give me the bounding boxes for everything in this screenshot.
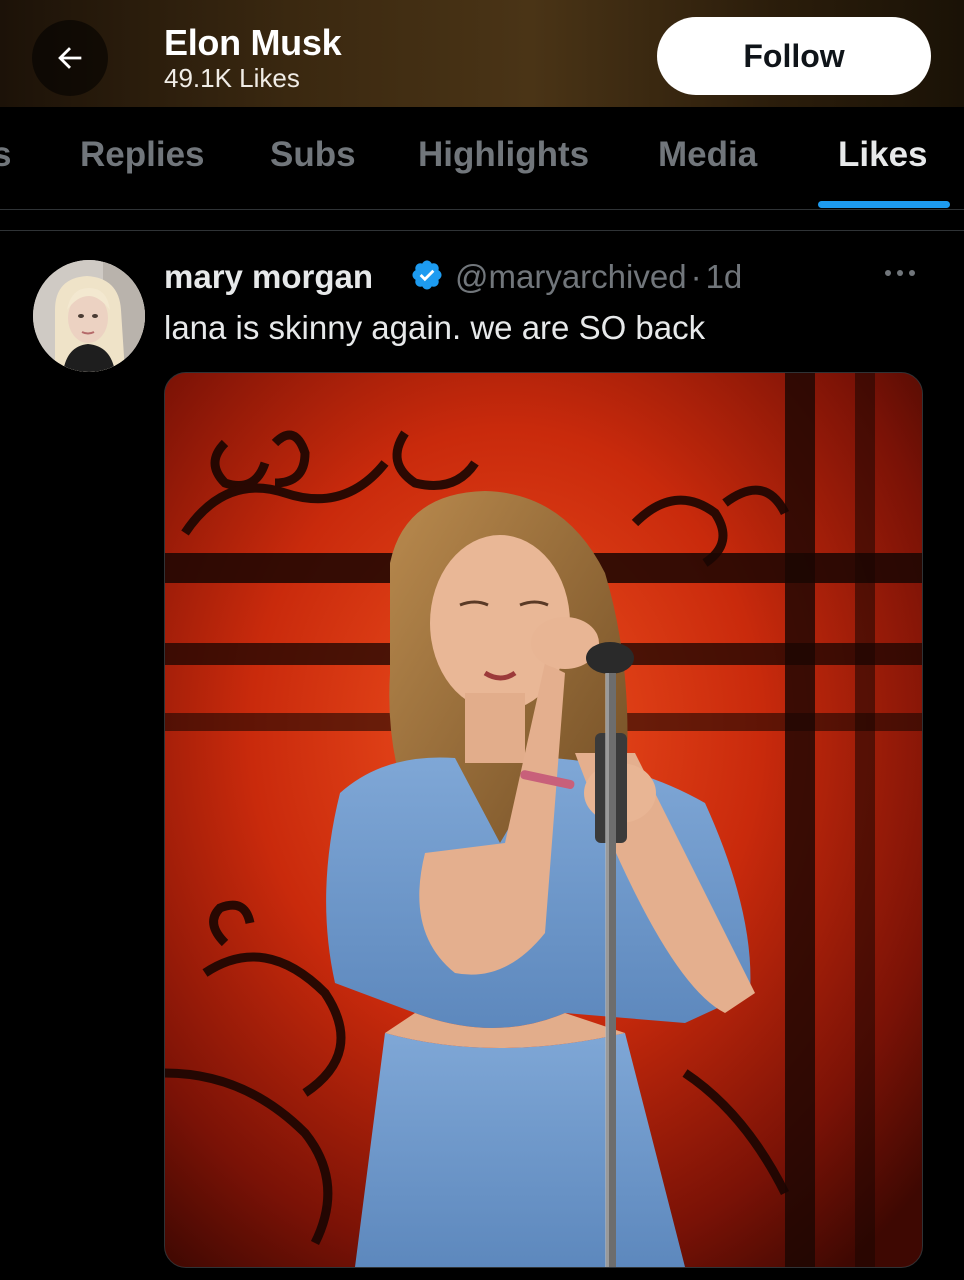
follow-button[interactable]: Follow bbox=[657, 17, 931, 95]
handle-text: @maryarchived bbox=[455, 258, 687, 295]
verified-badge-icon bbox=[412, 260, 442, 290]
author-handle[interactable]: @maryarchived · 1d bbox=[455, 258, 742, 296]
likes-count: 49.1K Likes bbox=[164, 63, 300, 93]
author-name[interactable]: mary morgan bbox=[164, 258, 373, 296]
more-horizontal-icon[interactable] bbox=[880, 258, 920, 288]
avatar[interactable] bbox=[33, 260, 145, 372]
avatar-image bbox=[33, 260, 145, 372]
tab-highlights[interactable]: Highlights bbox=[418, 135, 589, 175]
profile-header: Elon Musk 49.1K Likes Follow bbox=[0, 0, 964, 107]
post-media[interactable] bbox=[164, 372, 923, 1268]
meta-separator: · bbox=[690, 258, 702, 295]
post-time: 1d bbox=[705, 258, 743, 295]
back-button[interactable] bbox=[32, 20, 108, 96]
post-text: lana is skinny again. we are SO back bbox=[164, 309, 706, 346]
divider bbox=[0, 230, 964, 231]
tab-posts[interactable]: s bbox=[0, 135, 11, 175]
profile-tabs: s Replies Subs Highlights Media Likes bbox=[0, 107, 964, 210]
tab-likes[interactable]: Likes bbox=[838, 135, 928, 175]
tab-replies[interactable]: Replies bbox=[80, 135, 205, 175]
tab-media[interactable]: Media bbox=[658, 135, 757, 175]
profile-name: Elon Musk bbox=[164, 22, 342, 63]
post-image bbox=[165, 373, 922, 1267]
tab-subs[interactable]: Subs bbox=[270, 135, 356, 175]
active-tab-indicator bbox=[818, 201, 950, 208]
arrow-left-icon bbox=[58, 47, 82, 69]
